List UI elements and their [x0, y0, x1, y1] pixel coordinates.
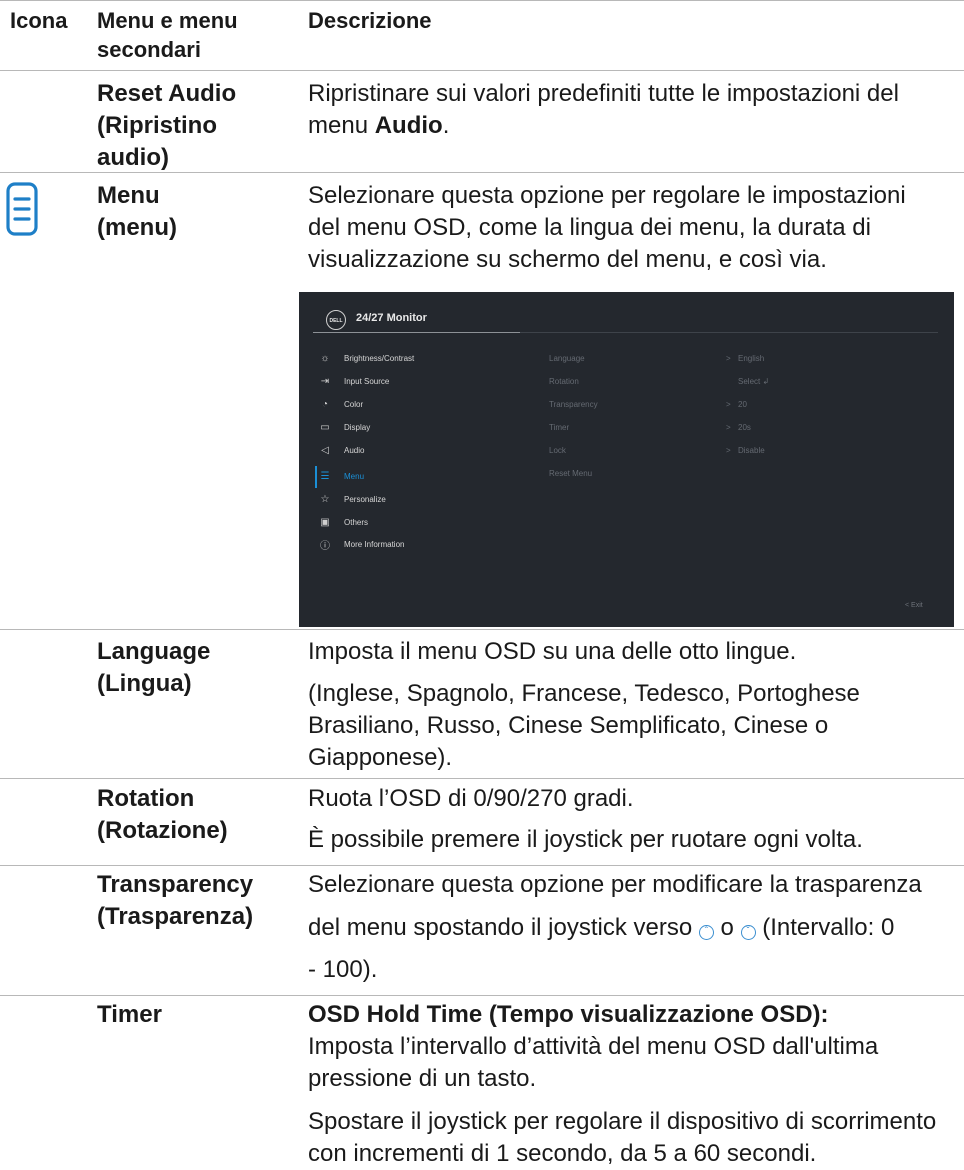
menu-list-icon: ☰ — [320, 470, 330, 482]
header-description-column: Descrizione — [308, 8, 432, 33]
others-icon: ▣ — [320, 516, 330, 528]
osd-menu-item-display[interactable]: ▭ Display — [319, 419, 370, 435]
osd-submenu-transparency[interactable]: Transparency — [549, 400, 598, 409]
osd-menu-item-input-source[interactable]: ⇥ Input Source — [319, 373, 390, 389]
osd-submenu-lock-value: Disable — [738, 446, 765, 455]
osd-submenu-rotation[interactable]: Rotation — [549, 377, 579, 386]
timer-name: Timer — [97, 1001, 162, 1028]
osd-submenu-timer[interactable]: Timer — [549, 423, 569, 432]
osd-submenu-lock-arrow: > — [726, 446, 731, 455]
display-icon: ▭ — [320, 421, 330, 433]
top-rule — [0, 0, 964, 1]
language-name: Language (Lingua) — [97, 638, 211, 697]
transparency-name: Transparency (Trasparenza) — [97, 871, 254, 930]
osd-menu-item-menu[interactable]: ☰ Menu — [319, 468, 365, 484]
dell-logo: DELL — [326, 310, 346, 330]
osd-menu-item-audio[interactable]: ◁ Audio — [319, 442, 364, 458]
row-rule — [0, 629, 964, 630]
header-menu-column-line2: secondari — [97, 37, 201, 62]
joystick-down-icon: ˇ — [740, 925, 756, 940]
timer-adjust-note: Spostare il joystick per regolare il dis… — [308, 1108, 937, 1167]
osd-submenu-transparency-value: 20 — [738, 400, 747, 409]
osd-exit-button[interactable]: < Exit — [905, 602, 923, 609]
menu-name: Menu (menu) — [97, 182, 177, 241]
row-rule — [0, 172, 964, 173]
transparency-description-line2: del menu spostando il joystick verso ˆ o… — [308, 914, 895, 941]
osd-menu-item-others[interactable]: ▣ Others — [319, 514, 368, 530]
osd-menu-item-brightness-contrast[interactable]: ☼ Brightness/Contrast — [319, 350, 414, 366]
color-palette-icon: ◔ — [321, 398, 329, 410]
rotation-note: È possibile premere il joystick per ruot… — [308, 826, 863, 853]
rotation-description: Ruota l’OSD di 0/90/270 gradi. — [308, 785, 634, 812]
osd-submenu-language-arrow: > — [726, 354, 731, 363]
osd-menu-screenshot: DELL 24/27 Monitor ☼ Brightness/Contrast… — [299, 292, 954, 627]
header-menu-column-line1: Menu e menu — [97, 8, 238, 33]
info-icon: ⓘ — [320, 540, 330, 552]
osd-submenu-timer-arrow: > — [726, 423, 731, 432]
input-source-icon: ⇥ — [320, 375, 330, 387]
osd-menu-item-personalize[interactable]: ☆ Personalize — [319, 491, 386, 507]
header-icon-column: Icona — [10, 8, 68, 33]
osd-submenu-lock[interactable]: Lock — [549, 446, 566, 455]
osd-title: 24/27 Monitor — [356, 312, 427, 324]
language-list: (Inglese, Spagnolo, Francese, Tedesco, P… — [308, 680, 860, 771]
language-description: Imposta il menu OSD su una delle otto li… — [308, 638, 797, 665]
osd-submenu-reset-menu[interactable]: Reset Menu — [549, 469, 592, 478]
osd-submenu-transparency-arrow: > — [726, 400, 731, 409]
osd-submenu-timer-value: 20s — [738, 423, 751, 432]
header-rule — [0, 70, 964, 71]
osd-menu-item-color[interactable]: ◔ Color — [319, 396, 363, 412]
osd-active-indicator — [315, 466, 317, 488]
rotation-name: Rotation (Rotazione) — [97, 785, 228, 844]
osd-divider — [520, 332, 938, 333]
speaker-icon: ◁ — [321, 444, 329, 456]
osd-menu-item-more-information[interactable]: ⓘ More Information — [319, 536, 404, 552]
menu-description: Selezionare questa opzione per regolare … — [308, 182, 906, 273]
brightness-icon: ☼ — [320, 352, 330, 364]
osd-submenu-language-value: English — [738, 354, 765, 363]
row-rule — [0, 995, 964, 996]
timer-description: OSD Hold Time (Tempo visualizzazione OSD… — [308, 1001, 879, 1092]
osd-submenu-language[interactable]: Language — [549, 354, 585, 363]
osd-submenu-rotation-value: Select ↲ — [738, 377, 770, 386]
row-rule — [0, 778, 964, 779]
row-rule — [0, 865, 964, 866]
star-icon: ☆ — [320, 493, 330, 505]
osd-title-underline — [313, 332, 520, 333]
joystick-up-icon: ˆ — [698, 925, 714, 940]
transparency-description-line3: - 100). — [308, 956, 378, 983]
menu-list-icon — [6, 182, 38, 236]
reset-audio-description: Ripristinare sui valori predefiniti tutt… — [308, 80, 899, 139]
reset-audio-name: Reset Audio (Ripristino audio) — [97, 80, 237, 171]
transparency-description: Selezionare questa opzione per modificar… — [308, 871, 922, 898]
